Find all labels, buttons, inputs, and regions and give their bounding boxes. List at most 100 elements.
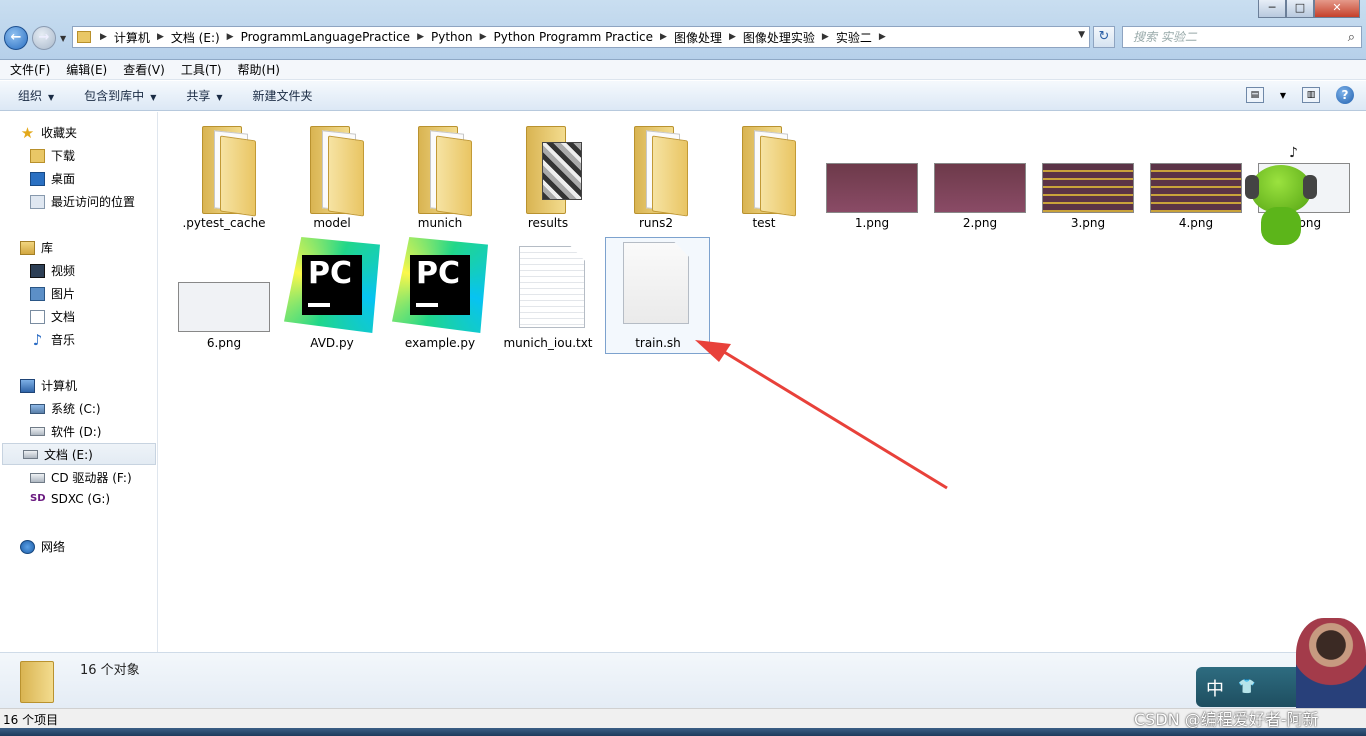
breadcrumb-separator[interactable]: ▶ <box>660 32 667 42</box>
nav-drive-g-label: SDXC (G:) <box>51 492 111 506</box>
nav-downloads-label: 下载 <box>51 149 76 163</box>
folder-icon <box>20 661 54 703</box>
breadcrumb-experiment-two[interactable]: 实验二 <box>836 29 872 46</box>
nav-drive-c-label: 系统 (C:) <box>51 402 101 416</box>
nav-computer[interactable]: 计算机 <box>20 377 77 394</box>
nav-drive-g[interactable]: SD SDXC (G:) <box>30 492 110 506</box>
address-bar[interactable]: ▶ 计算机 ▶ 文档 (E:) ▶ ProgrammLanguagePracti… <box>72 26 1090 48</box>
breadcrumb-separator[interactable]: ▶ <box>879 32 886 42</box>
change-view-icon[interactable]: ▤ <box>1245 87 1264 103</box>
maximize-button[interactable]: □ <box>1286 0 1314 18</box>
back-button[interactable]: ← <box>4 26 28 50</box>
breadcrumb-separator[interactable]: ▶ <box>417 32 424 42</box>
recent-pages-dropdown[interactable]: ▼ <box>60 34 66 43</box>
nav-libraries-label: 库 <box>41 241 54 255</box>
object-count: 16 个对象 <box>80 663 140 678</box>
breadcrumb-separator[interactable]: ▶ <box>480 32 487 42</box>
view-controls: ▤ ▼ ▥ ? <box>1245 86 1354 104</box>
nav-documents[interactable]: 文档 <box>30 308 75 325</box>
item-count: 16 个项目 <box>3 713 59 727</box>
video-icon <box>30 263 45 278</box>
refresh-icon: ↻ <box>1098 29 1110 44</box>
address-dropdown[interactable]: ▼ <box>1078 30 1085 40</box>
chevron-down-icon: ▼ <box>48 93 55 102</box>
ime-mode-indicator[interactable]: 中 <box>1206 675 1224 701</box>
nav-drive-f-label: CD 驱动器 (F:) <box>51 471 132 485</box>
nav-drive-d[interactable]: 软件 (D:) <box>30 423 101 440</box>
nav-downloads[interactable]: 下载 <box>30 147 75 164</box>
menu-view[interactable]: 查看(V) <box>123 61 165 78</box>
details-pane: 16 个对象 <box>0 652 1366 708</box>
breadcrumb-python[interactable]: Python <box>431 30 473 44</box>
menu-tools[interactable]: 工具(T) <box>181 61 222 78</box>
breadcrumb-programmlanguagepractice[interactable]: ProgrammLanguagePractice <box>241 30 410 44</box>
window-controls: ─ □ ✕ <box>1258 0 1360 18</box>
breadcrumb-separator[interactable]: ▶ <box>822 32 829 42</box>
refresh-button[interactable]: ↻ <box>1093 26 1115 48</box>
nav-drive-c[interactable]: 系统 (C:) <box>30 400 101 417</box>
nav-recent-places[interactable]: 最近访问的位置 <box>30 193 135 210</box>
menu-edit[interactable]: 编辑(E) <box>66 61 107 78</box>
nav-favorites[interactable]: ★ 收藏夹 <box>20 124 77 141</box>
cd-drive-icon <box>30 472 45 483</box>
breadcrumb-drive-e[interactable]: 文档 (E:) <box>171 29 220 46</box>
breadcrumb-python-programm-practice[interactable]: Python Programm Practice <box>494 30 653 44</box>
breadcrumb-separator[interactable]: ▶ <box>729 32 736 42</box>
nav-videos-label: 视频 <box>51 264 76 278</box>
hard-drive-icon <box>30 427 45 436</box>
breadcrumb-separator[interactable]: ▶ <box>227 32 234 42</box>
nav-videos[interactable]: 视频 <box>30 262 75 279</box>
nav-pictures-label: 图片 <box>51 287 76 301</box>
hard-drive-icon <box>23 449 38 459</box>
music-note-icon: ♪ <box>32 330 43 349</box>
nav-libraries[interactable]: 库 <box>20 239 53 256</box>
nav-desktop[interactable]: 桌面 <box>30 170 75 187</box>
close-button[interactable]: ✕ <box>1314 0 1360 18</box>
nav-network[interactable]: 网络 <box>20 538 65 555</box>
ime-avatar <box>1296 618 1366 708</box>
network-icon <box>20 539 35 554</box>
nav-music[interactable]: ♪ 音乐 <box>30 331 75 348</box>
desktop-icon <box>30 171 45 186</box>
nav-recent-label: 最近访问的位置 <box>51 195 136 209</box>
organize-label: 组织 <box>18 89 43 103</box>
share-button[interactable]: 共享 ▼ <box>186 87 222 104</box>
organize-button[interactable]: 组织 ▼ <box>18 87 54 104</box>
breadcrumb-computer[interactable]: 计算机 <box>114 29 150 46</box>
nav-drive-e[interactable]: 文档 (E:) <box>2 443 156 465</box>
menu-file[interactable]: 文件(F) <box>10 61 50 78</box>
nav-desktop-label: 桌面 <box>51 172 76 186</box>
breadcrumb-separator[interactable]: ▶ <box>100 32 107 42</box>
nav-network-label: 网络 <box>41 540 66 554</box>
search-input[interactable]: 搜索 实验二 ⌕ <box>1122 26 1362 48</box>
system-drive-icon <box>30 403 45 414</box>
include-in-library-button[interactable]: 包含到库中 ▼ <box>84 87 156 104</box>
breadcrumb-image-processing-experiments[interactable]: 图像处理实验 <box>743 29 815 46</box>
star-icon: ★ <box>20 123 35 142</box>
folder-icon <box>77 31 91 43</box>
help-icon[interactable]: ? <box>1336 86 1354 104</box>
arrow-left-icon: ← <box>10 30 22 45</box>
file-list: .pytest_cache model munich results runs2… <box>159 112 1366 652</box>
search-icon[interactable]: ⌕ <box>1348 28 1355 48</box>
menu-help[interactable]: 帮助(H) <box>238 61 280 78</box>
menu-bar: 文件(F) 编辑(E) 查看(V) 工具(T) 帮助(H) <box>0 60 1366 80</box>
chevron-down-icon: ▼ <box>60 34 67 43</box>
nav-drive-d-label: 软件 (D:) <box>51 425 102 439</box>
breadcrumb-separator[interactable]: ▶ <box>157 32 164 42</box>
nav-drive-f[interactable]: CD 驱动器 (F:) <box>30 469 132 486</box>
preview-pane-icon[interactable]: ▥ <box>1302 87 1320 103</box>
skin-icon[interactable]: 👕 <box>1238 679 1255 695</box>
nav-pictures[interactable]: 图片 <box>30 285 75 302</box>
nav-documents-label: 文档 <box>51 310 76 324</box>
share-label: 共享 <box>186 89 211 103</box>
forward-button[interactable]: → <box>32 26 56 50</box>
new-folder-button[interactable]: 新建文件夹 <box>253 87 313 104</box>
recent-places-icon <box>30 194 45 209</box>
download-folder-icon <box>30 148 45 163</box>
navigation-pane: ★ 收藏夹 下载 桌面 最近访问的位置 库 视频 图片 文档 ♪ 音乐 计算机 系统… <box>0 112 158 652</box>
nav-music-label: 音乐 <box>51 333 76 347</box>
breadcrumb-image-processing[interactable]: 图像处理 <box>674 29 722 46</box>
view-options-dropdown[interactable]: ▼ <box>1280 91 1286 100</box>
minimize-button[interactable]: ─ <box>1258 0 1286 18</box>
